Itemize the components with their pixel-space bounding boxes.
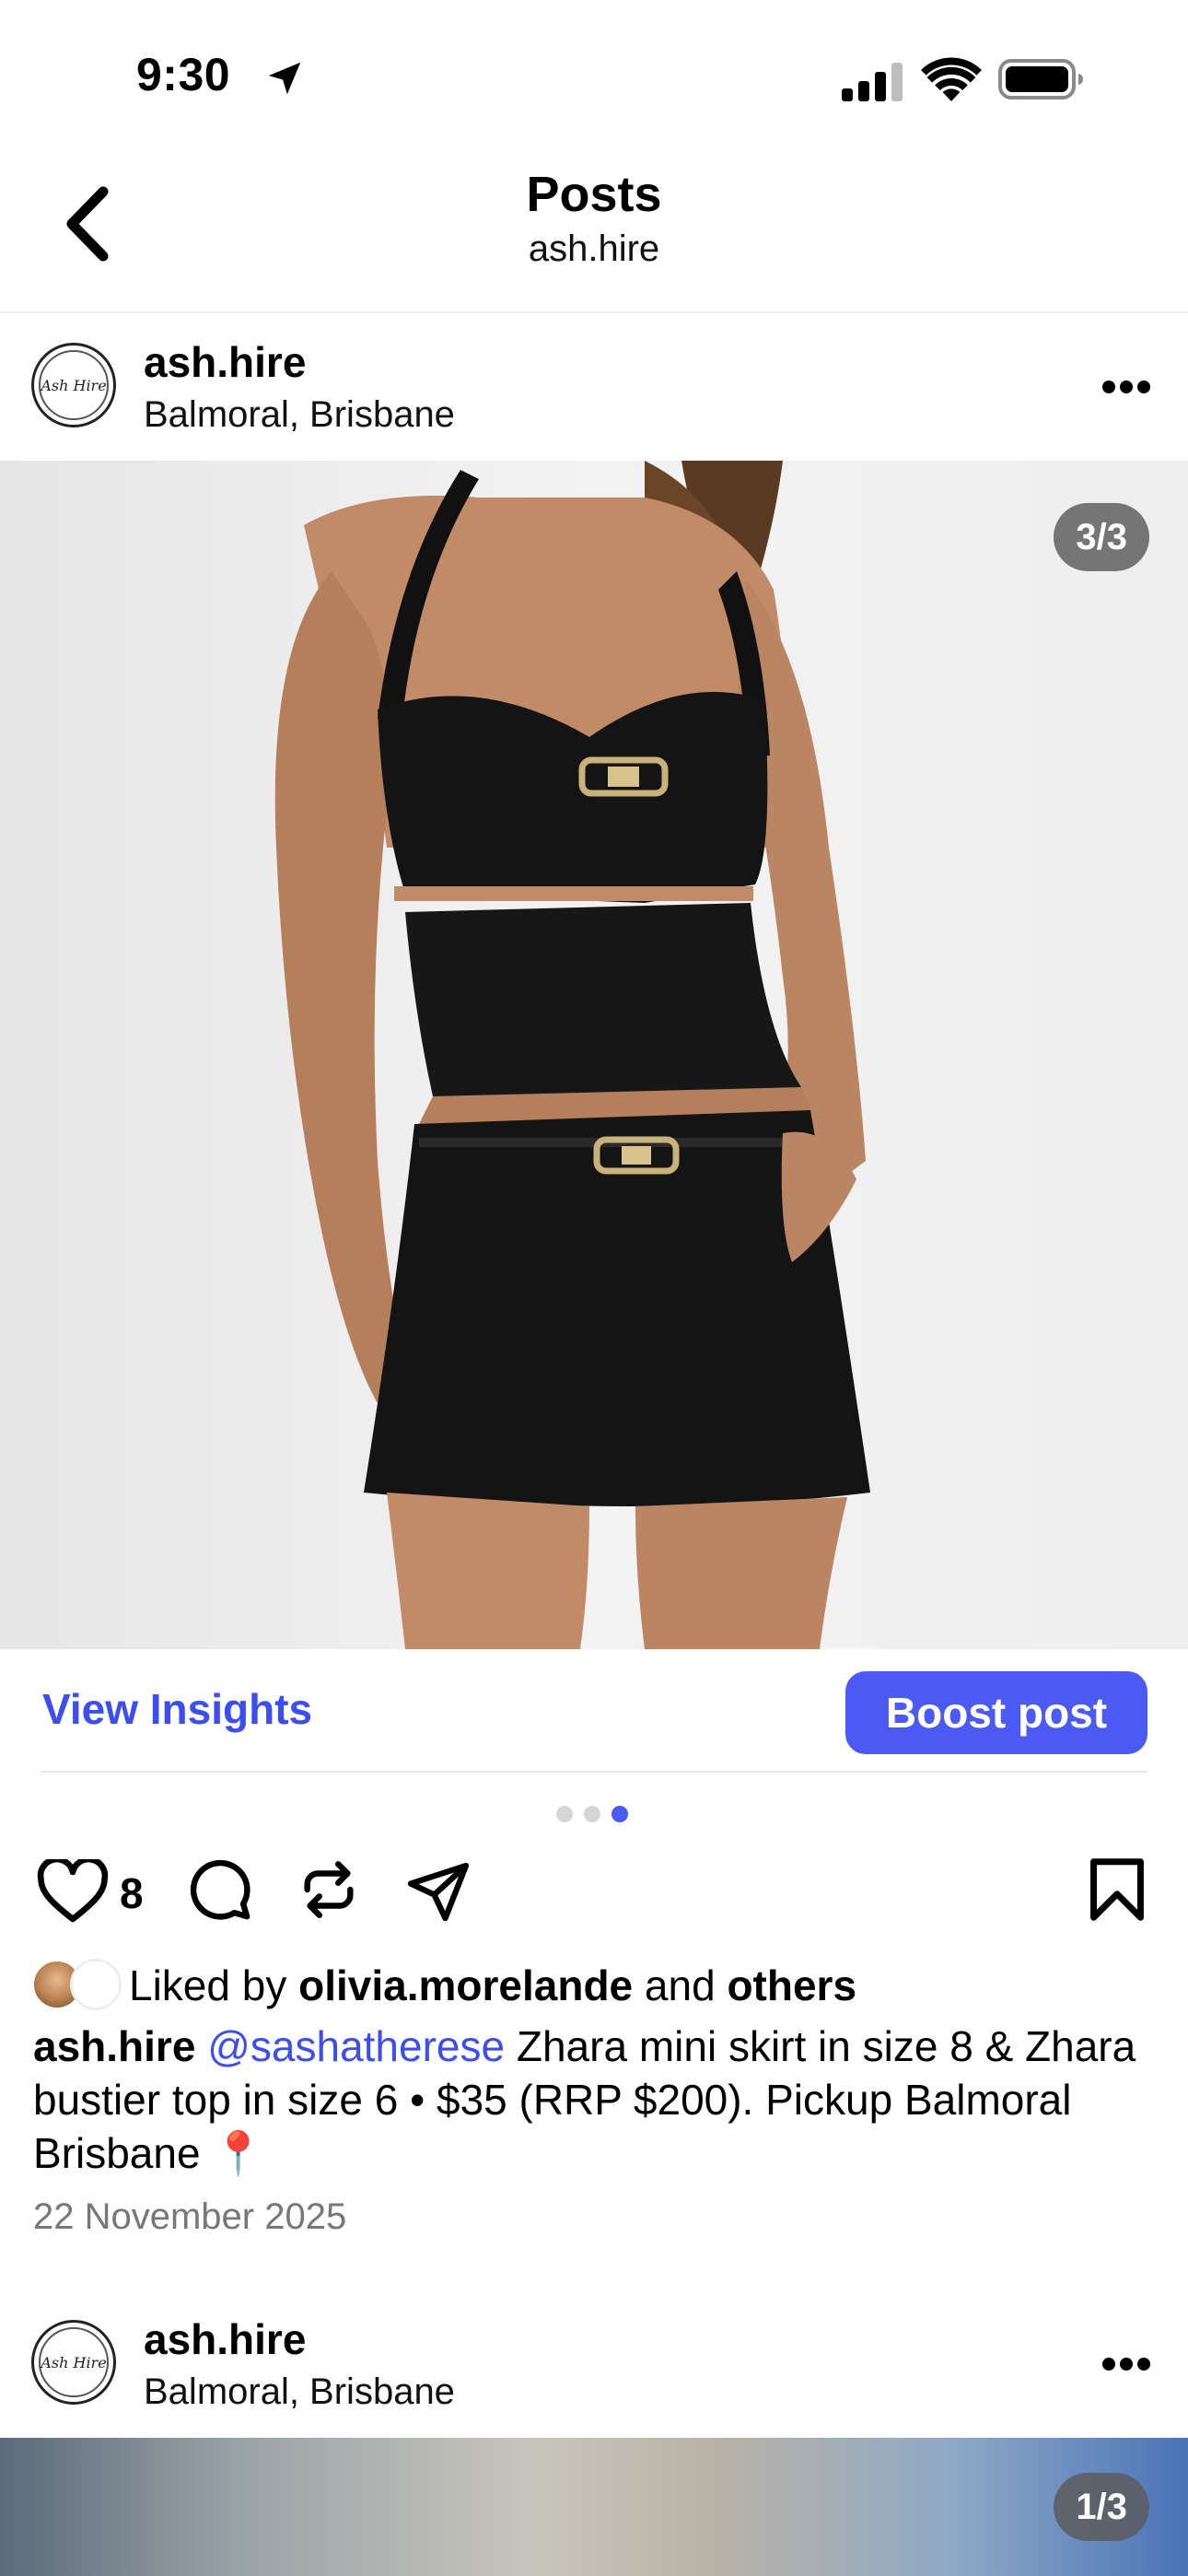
image-counter-badge: 1/3 (1054, 2473, 1149, 2541)
caption-username[interactable]: ash.hire (33, 2022, 195, 2070)
location-arrow-icon (268, 62, 301, 95)
carousel-dot (584, 1806, 600, 1822)
heart-icon[interactable] (37, 1859, 109, 1924)
nav-header: Posts ash.hire (0, 138, 1188, 313)
more-icon[interactable] (1101, 2355, 1151, 2373)
post-username[interactable]: ash.hire (144, 2314, 306, 2364)
post-username[interactable]: ash.hire (144, 337, 306, 387)
liked-by-others[interactable]: others (727, 1961, 856, 2009)
caption-text: Zhara mini skirt in size 8 & Zhara busti… (33, 2022, 1136, 2177)
liked-by-row[interactable]: Liked by olivia.morelande and others (31, 1957, 1173, 2018)
post-location[interactable]: Balmoral, Brisbane (144, 394, 455, 436)
divider (41, 1771, 1147, 1773)
caption-mention[interactable]: @sashatherese (207, 2022, 505, 2070)
status-bar: 9:30 (0, 0, 1188, 138)
avatar[interactable]: Ash Hire (31, 343, 116, 427)
liked-by-prefix: Liked by (129, 1961, 287, 2009)
boost-post-button[interactable]: Boost post (845, 1671, 1147, 1754)
liker-avatar (70, 1959, 122, 2010)
page-subtitle: ash.hire (528, 228, 660, 269)
repost-icon[interactable] (297, 1857, 361, 1922)
post-location[interactable]: Balmoral, Brisbane (144, 2371, 455, 2413)
wifi-icon (921, 57, 982, 101)
status-time: 9:30 (136, 49, 231, 100)
post-caption: ash.hire @sashatherese Zhara mini skirt … (33, 2020, 1157, 2180)
view-insights-link[interactable]: View Insights (42, 1684, 312, 1734)
like-count[interactable]: 8 (120, 1868, 144, 1918)
comment-icon[interactable] (188, 1857, 252, 1922)
post-photo[interactable]: 3/3 (0, 461, 1188, 1649)
post-header: Ash Hire ash.hire Balmoral, Brisbane (0, 2292, 1188, 2440)
post-photo[interactable]: 1/3 (0, 2438, 1188, 2576)
liked-by-and: and (644, 1961, 716, 2009)
battery-icon (998, 59, 1083, 100)
carousel-dot (556, 1806, 573, 1822)
more-icon[interactable] (1101, 378, 1151, 396)
post-date: 22 November 2025 (33, 2196, 347, 2237)
share-icon[interactable] (405, 1857, 472, 1924)
liked-by-user[interactable]: olivia.morelande (298, 1961, 633, 2009)
avatar-logo: Ash Hire (39, 2327, 109, 2397)
avatar-logo: Ash Hire (39, 350, 109, 420)
signal-icon (842, 63, 903, 101)
liked-by-text[interactable]: Liked by olivia.morelande and others (129, 1961, 856, 2010)
carousel-indicator (556, 1806, 639, 1824)
image-counter-badge: 3/3 (1054, 503, 1149, 571)
post-header: Ash Hire ash.hire Balmoral, Brisbane (0, 315, 1188, 463)
bookmark-icon[interactable] (1087, 1857, 1147, 1922)
post-actions: 8 (0, 1852, 1188, 1944)
page-title: Posts (526, 167, 662, 222)
avatar[interactable]: Ash Hire (31, 2320, 116, 2405)
model-illustration (274, 461, 870, 1649)
carousel-dot-active (611, 1806, 628, 1822)
insights-row: View Insights Boost post (0, 1649, 1188, 1774)
